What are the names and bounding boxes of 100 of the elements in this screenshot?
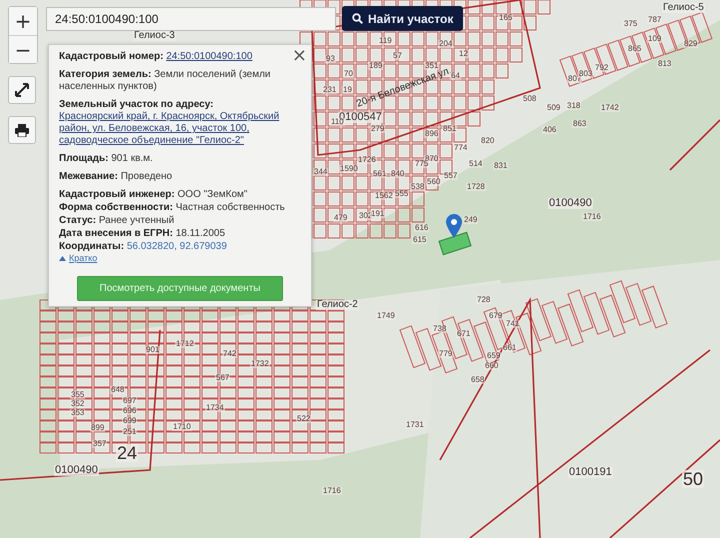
zoom-in-button[interactable]: + (9, 7, 37, 35)
parcel-number: 774 (453, 144, 468, 152)
parcel-number: 779 (438, 350, 454, 358)
parcel-number: 1726 (357, 156, 377, 164)
parcel-number: 831 (493, 162, 508, 170)
parcel-number: 508 (522, 95, 538, 103)
parcel-number: 93 (325, 55, 336, 63)
info-field: Категория земель: Земли поселений (земли населенных пунктов) (59, 69, 301, 93)
parcel-number: 728 (476, 296, 492, 304)
field-link[interactable]: 24:50:0100490:100 (166, 51, 252, 63)
close-button[interactable]: × (292, 47, 307, 65)
district-number: 24 (116, 444, 138, 462)
parcel-number: 899 (90, 424, 106, 432)
parcel-number: 741 (505, 320, 520, 328)
parcel-number: 661 (502, 344, 518, 352)
area-label: Гелиос-3 (133, 31, 176, 41)
parcel-number: 12 (458, 50, 469, 58)
parcel-number: 696 (122, 407, 138, 415)
search-icon (352, 13, 363, 24)
parcel-number: 648 (110, 386, 126, 394)
zoom-out-button[interactable]: − (9, 35, 37, 63)
parcel-number: 344 (313, 168, 328, 176)
parcel-number: 901 (145, 346, 160, 354)
parcel-number: 357 (92, 440, 108, 448)
area-label: Гелиос-5 (662, 3, 705, 13)
collapse-link[interactable]: Кратко (59, 252, 98, 264)
expand-arrows-icon (15, 83, 29, 97)
printer-icon (15, 124, 29, 136)
parcel-number: 896 (424, 130, 440, 138)
parcel-number: 787 (647, 16, 662, 24)
parcel-number: 302 (358, 212, 374, 220)
parcel-number: 279 (370, 125, 386, 133)
parcel-number: 1734 (205, 404, 225, 412)
parcel-number: 738 (432, 325, 448, 333)
parcel-number: 538 (410, 183, 426, 191)
field-label: Земельный участок по адресу: (59, 99, 214, 110)
parcel-number: 1590 (339, 165, 359, 173)
info-field: Площадь: 901 кв.м. (59, 153, 301, 165)
parcel-number: 109 (647, 35, 662, 43)
info-field: Межевание: Проведено (59, 171, 301, 183)
parcel-number: 671 (456, 330, 472, 338)
parcel-number: 249 (463, 216, 478, 224)
parcel-number: 509 (546, 104, 562, 112)
caret-up-icon (59, 256, 66, 260)
parcel-number: 119 (378, 37, 393, 45)
parcel-number: 406 (542, 126, 558, 134)
cadastral-search-field[interactable]: 24:50:0100490:100 (46, 6, 336, 30)
parcel-number: 1732 (250, 360, 270, 368)
parcel-number: 514 (468, 160, 484, 168)
field-link[interactable]: Красноярский край, г. Красноярск, Октябрьский район, ул. Беловежская, 16, участок 100, садоводческое объединение "Гелиос-2" (59, 111, 301, 147)
parcel-number: 742 (222, 350, 238, 358)
district-number: 50 (682, 470, 704, 488)
parcel-number: 1749 (376, 312, 396, 320)
parcel-number: 1562 (374, 192, 394, 200)
parcel-number: 251 (122, 428, 138, 436)
parcel-number: 1728 (466, 183, 486, 191)
parcel-number: 560 (426, 178, 442, 186)
area-label: Гелиос-2 (316, 300, 359, 310)
parcel-number: 522 (296, 415, 312, 423)
parcel-number: 1742 (600, 104, 620, 112)
parcel-number: 70 (343, 70, 354, 78)
info-field: Статус: Ранее учтенный (59, 215, 301, 227)
parcel-number: 616 (414, 224, 430, 232)
parcel-number: 57 (392, 52, 403, 60)
parcel-number: 375 (623, 20, 638, 28)
parcel-number: 820 (480, 137, 496, 145)
parcel-number: 318 (566, 102, 582, 110)
find-parcel-button[interactable]: Найти участок (342, 6, 464, 31)
parcel-number: 803 (578, 70, 594, 78)
parcel-number: 19 (342, 86, 353, 94)
parcel-number: 813 (657, 60, 672, 68)
parcel-number: 561 (372, 170, 388, 178)
info-field: Координаты: 56.032820, 92.679039 (59, 241, 301, 253)
parcel-number: 353 (70, 409, 86, 417)
field-label: Кадастровый номер: (59, 51, 164, 62)
quarter-number: 0100191 (568, 467, 613, 478)
parcel-number: 189 (368, 62, 384, 70)
parcel-number: 64 (450, 72, 461, 80)
location-pin-icon[interactable] (446, 214, 462, 238)
parcel-number: 840 (390, 170, 406, 178)
parcel-number: 829 (683, 40, 698, 48)
parcel-number: 1716 (582, 213, 602, 221)
parcel-number: 659 (486, 352, 502, 360)
parcel-number: 699 (122, 417, 138, 425)
parcel-number: 870 (424, 155, 440, 163)
parcel-number: 1712 (175, 340, 195, 348)
print-button[interactable] (8, 116, 36, 144)
parcel-number: 697 (122, 397, 138, 405)
parcel-number: 231 (322, 86, 338, 94)
parcel-number: 865 (627, 45, 642, 53)
parcel-number: 775 (414, 160, 430, 168)
parcel-number: 352 (70, 400, 86, 408)
quarter-number: 0100490 (548, 198, 593, 209)
parcel-number: 1710 (172, 423, 192, 431)
info-field: Кадастровый инженер: ООО "ЗемКом" (59, 189, 301, 201)
parcel-number: 1731 (405, 421, 425, 429)
parcel-number: 355 (70, 391, 86, 399)
parcel-number: 1716 (322, 487, 342, 495)
fullscreen-button[interactable] (8, 76, 36, 104)
quarter-number: 0100490 (54, 465, 99, 476)
